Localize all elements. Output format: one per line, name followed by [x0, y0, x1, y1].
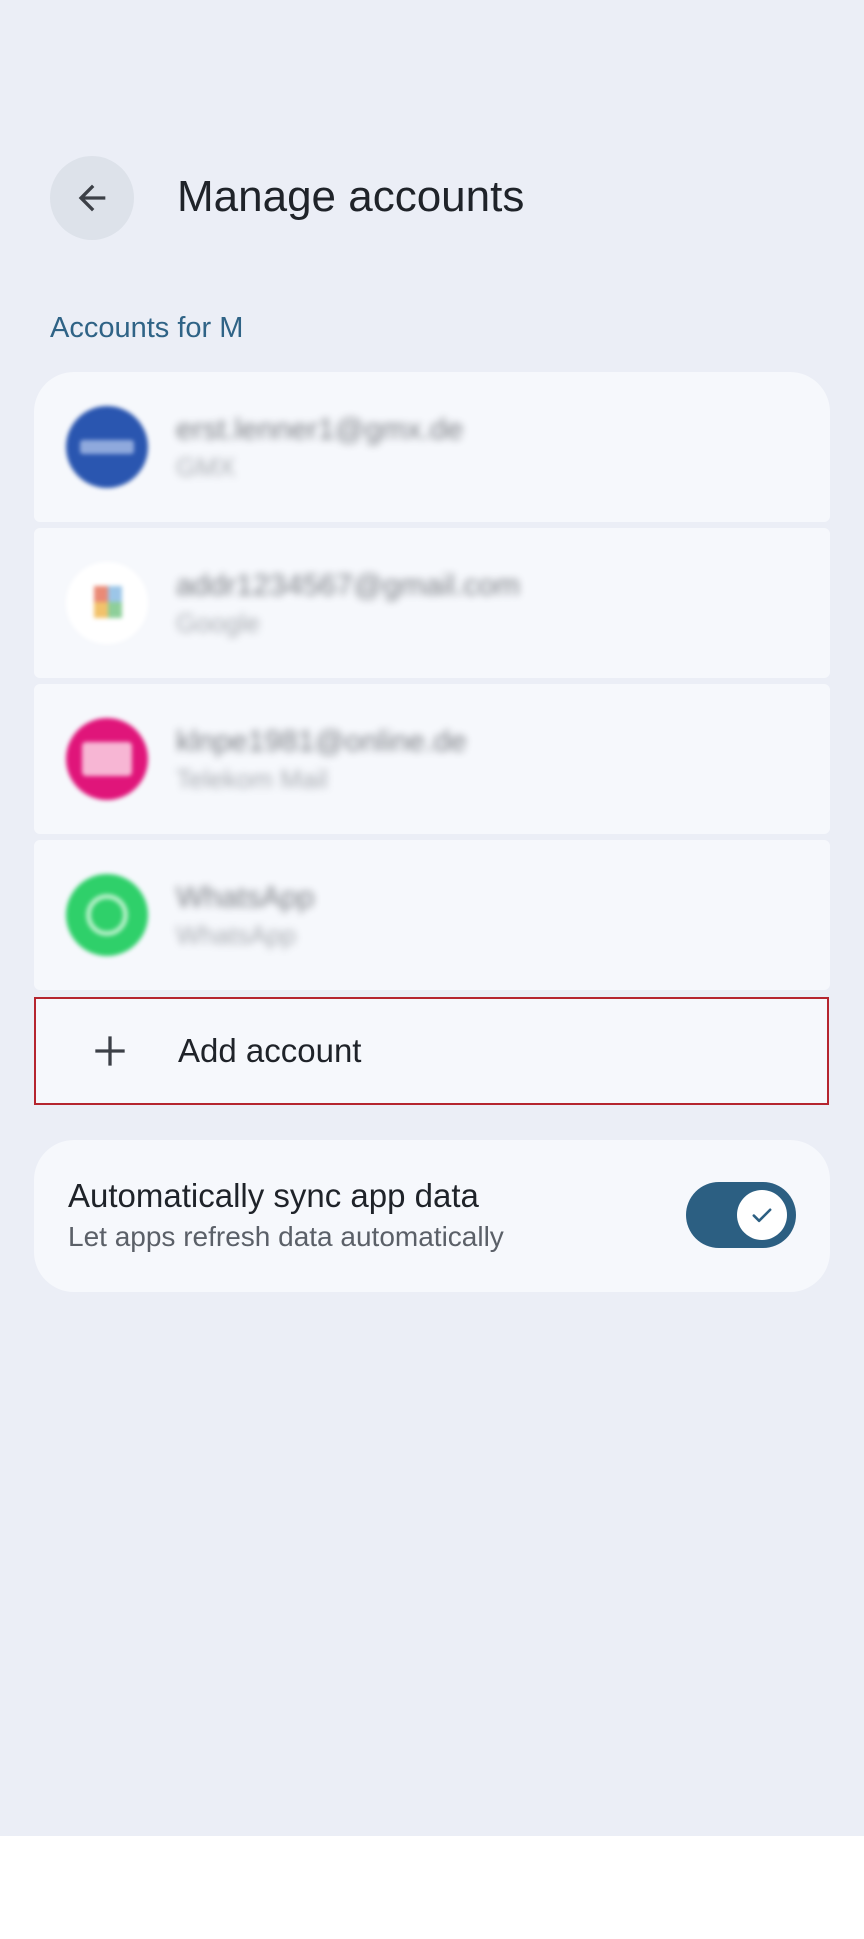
add-account-button[interactable]: Add account — [34, 997, 829, 1105]
account-type: Google — [176, 608, 260, 638]
google-icon — [66, 562, 148, 644]
gmx-icon — [66, 406, 148, 488]
page-title: Manage accounts — [177, 172, 525, 221]
arrow-back-icon — [78, 184, 106, 212]
account-email: erst.lenner1@gmx.de — [176, 413, 464, 446]
account-email: klnpe1981@online.de — [176, 725, 467, 758]
account-item[interactable]: WhatsApp WhatsApp — [34, 840, 830, 990]
sync-subtitle: Let apps refresh data automatically — [68, 1221, 504, 1252]
account-item[interactable]: addr1234567@gmail.com Google — [34, 528, 830, 678]
section-label: Accounts for M — [50, 312, 244, 344]
account-list: erst.lenner1@gmx.de GMX addr1234567@gmai… — [34, 372, 830, 996]
toggle-knob — [737, 1190, 787, 1240]
check-icon — [752, 1208, 772, 1223]
account-email: addr1234567@gmail.com — [176, 569, 520, 602]
account-type: WhatsApp — [176, 920, 296, 950]
plus-icon — [95, 1036, 125, 1066]
add-account-label: Add account — [178, 1032, 362, 1069]
sync-toggle[interactable] — [686, 1182, 796, 1248]
whatsapp-icon — [66, 874, 148, 956]
account-item[interactable]: klnpe1981@online.de Telekom Mail — [34, 684, 830, 834]
account-item[interactable]: erst.lenner1@gmx.de GMX — [34, 372, 830, 522]
mail-icon — [66, 718, 148, 800]
back-button[interactable] — [50, 156, 134, 240]
screen: Manage accounts Accounts for M erst.lenn… — [0, 0, 864, 1836]
sync-setting[interactable]: Automatically sync app data Let apps ref… — [34, 1140, 830, 1292]
account-email: WhatsApp — [176, 881, 315, 914]
sync-title: Automatically sync app data — [68, 1177, 479, 1214]
account-type: GMX — [176, 452, 236, 482]
account-type: Telekom Mail — [176, 764, 328, 794]
